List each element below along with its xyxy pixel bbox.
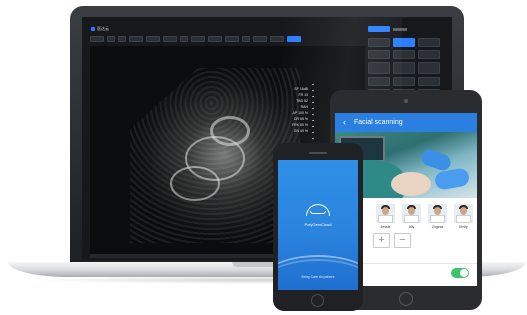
tablet-camera-icon <box>404 99 408 103</box>
toggle-switch[interactable] <box>451 268 469 278</box>
toolbar-button-active[interactable] <box>287 36 301 42</box>
toolbar <box>90 36 301 42</box>
avatar <box>376 204 395 223</box>
glove-hand <box>433 167 471 191</box>
glove-hand <box>419 147 453 173</box>
control-button[interactable] <box>393 77 415 86</box>
zoom-in-button[interactable]: + <box>373 233 390 248</box>
toolbar-button[interactable] <box>163 36 177 42</box>
tablet-header: ‹ Facial scanning <box>335 113 477 132</box>
toolbar-button[interactable] <box>270 36 284 42</box>
toolbar-button[interactable] <box>90 36 104 42</box>
tablet-title: Facial scanning <box>354 119 403 126</box>
scan-structure <box>170 166 220 201</box>
app-logo-icon <box>91 27 95 31</box>
brand-name: PolyGemCloud <box>304 222 332 227</box>
phone-splash-screen: PolyGemCloud Bring Care Anywhere <box>278 160 358 290</box>
back-arrow-icon[interactable]: ‹ <box>343 118 346 127</box>
control-button[interactable] <box>368 62 390 74</box>
participant[interactable]: Jessie <box>375 204 396 229</box>
scan-readout: SF 16dB FR 13 TBD 52 RAH AP 100 % DR 65 … <box>268 86 308 134</box>
control-button[interactable] <box>418 77 440 86</box>
scan-structure <box>210 116 250 146</box>
participant-name: Ally <box>408 225 415 229</box>
toolbar-button[interactable] <box>146 36 160 42</box>
control-button[interactable] <box>393 50 415 59</box>
brand-logo-icon <box>306 204 330 218</box>
toolbar-button[interactable] <box>118 36 126 42</box>
toolbar-button[interactable] <box>208 36 222 42</box>
toolbar-button[interactable] <box>225 36 239 42</box>
avatar <box>402 204 421 223</box>
control-button[interactable] <box>368 38 390 47</box>
avatar <box>428 204 447 223</box>
control-button[interactable] <box>418 38 440 47</box>
control-grid <box>368 38 446 98</box>
splash-tagline: Bring Care Anywhere <box>301 275 335 279</box>
control-button[interactable] <box>418 62 440 74</box>
patient-face <box>391 172 431 196</box>
app-header: 医达云 <box>91 26 109 32</box>
readout-line: GN 40 % <box>293 129 308 133</box>
control-button-active[interactable] <box>393 38 415 47</box>
toolbar-button[interactable] <box>129 36 143 42</box>
avatar <box>454 204 473 223</box>
toolbar-button[interactable] <box>253 36 267 42</box>
participant-name: Jessie <box>380 225 391 229</box>
tablet-home-button[interactable] <box>399 292 413 306</box>
participant[interactable]: Virginia <box>427 204 448 229</box>
phone-speaker <box>309 152 327 154</box>
zoom-controls: + − <box>373 233 477 248</box>
toolbar-button[interactable] <box>191 36 205 42</box>
control-panel-primary-button[interactable] <box>368 26 390 32</box>
control-button[interactable] <box>418 50 440 59</box>
control-panel-label <box>393 27 407 31</box>
control-button[interactable] <box>368 50 390 59</box>
app-title: 医达云 <box>97 26 109 31</box>
participant[interactable]: Emily <box>453 204 474 229</box>
participant-name: Virginia <box>431 225 444 229</box>
toolbar-button[interactable] <box>107 36 115 42</box>
control-button[interactable] <box>393 62 415 74</box>
participant-name: Emily <box>459 225 468 229</box>
participant[interactable]: Ally <box>401 204 422 229</box>
zoom-out-button[interactable]: − <box>394 233 411 248</box>
phone-home-button[interactable] <box>311 294 324 307</box>
toolbar-button[interactable] <box>242 36 250 42</box>
toolbar-button[interactable] <box>180 36 188 42</box>
control-button[interactable] <box>368 77 390 86</box>
